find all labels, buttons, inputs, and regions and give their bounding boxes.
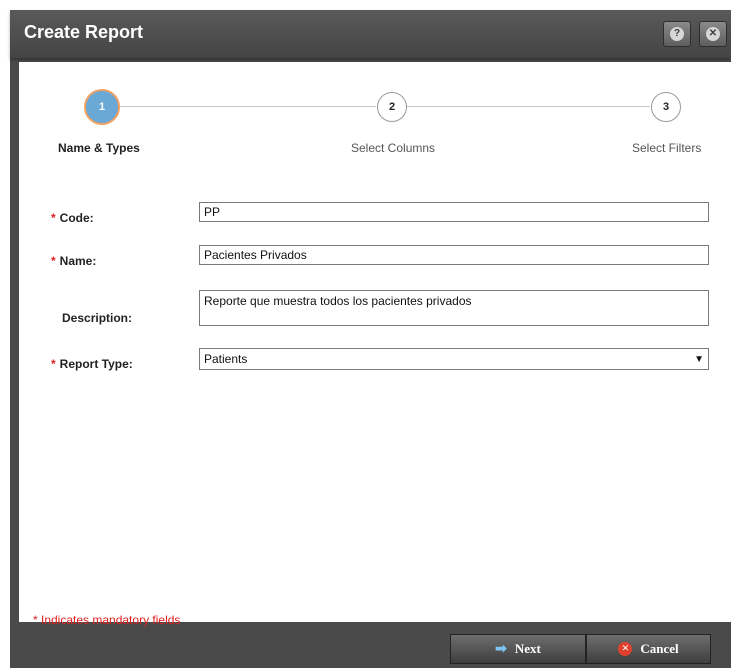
name-label-text: Name: xyxy=(59,254,97,268)
cancel-button[interactable]: ✕ Cancel xyxy=(586,634,711,664)
report-type-required-mark: * xyxy=(51,357,56,371)
chevron-down-icon: ▼ xyxy=(694,353,704,365)
description-textarea[interactable]: Reporte que muestra todos los pacientes … xyxy=(199,290,709,326)
wizard-step-3-label: Select Filters xyxy=(632,141,702,155)
report-type-value: Patients xyxy=(204,352,248,366)
cancel-x-icon: ✕ xyxy=(618,642,633,656)
next-button-label: Next xyxy=(514,641,541,656)
wizard-step-3-number: 3 xyxy=(662,101,670,113)
name-label: * Name: xyxy=(51,254,96,268)
close-icon: ✕ xyxy=(706,27,720,41)
wizard-step-2-number: 2 xyxy=(388,101,396,113)
description-label: Description: xyxy=(62,311,133,325)
code-label-text: Code: xyxy=(59,211,94,225)
report-type-select[interactable]: Patients ▼ xyxy=(199,348,709,370)
help-button[interactable]: ? xyxy=(663,21,691,47)
wizard-step-2-label: Select Columns xyxy=(351,141,436,155)
name-input[interactable]: Pacientes Privados xyxy=(199,245,709,265)
code-label: * Code: xyxy=(51,211,94,225)
wizard-step-1-circle[interactable]: 1 xyxy=(84,89,120,125)
name-required-mark: * xyxy=(51,254,56,268)
report-type-label: * Report Type: xyxy=(51,357,133,371)
wizard-track-2 xyxy=(406,106,650,107)
dialog-title: Create Report xyxy=(24,22,144,42)
next-button[interactable]: ➡ Next xyxy=(450,634,586,664)
cancel-button-label: Cancel xyxy=(640,641,679,656)
wizard-track-1 xyxy=(113,106,376,107)
wizard-step-1-label: Name & Types xyxy=(58,141,140,155)
code-required-mark: * xyxy=(51,211,56,225)
wizard-step-3-circle[interactable]: 3 xyxy=(651,92,681,122)
mandatory-note: * Indicates mandatory fields xyxy=(33,613,181,627)
help-icon: ? xyxy=(670,27,684,41)
create-report-dialog: Create Report ? ✕ 1 2 3 Name & Types Sel… xyxy=(10,10,731,668)
close-button[interactable]: ✕ xyxy=(699,21,727,47)
dialog-titlebar: Create Report ? ✕ xyxy=(10,10,731,58)
code-input[interactable]: PP xyxy=(199,202,709,222)
arrow-right-icon: ➡ xyxy=(495,641,507,657)
dialog-content: 1 2 3 Name & Types Select Columns Select… xyxy=(19,62,731,627)
report-type-label-text: Report Type: xyxy=(59,357,133,371)
wizard-step-2-circle[interactable]: 2 xyxy=(377,92,407,122)
wizard-step-1-number: 1 xyxy=(98,101,106,113)
